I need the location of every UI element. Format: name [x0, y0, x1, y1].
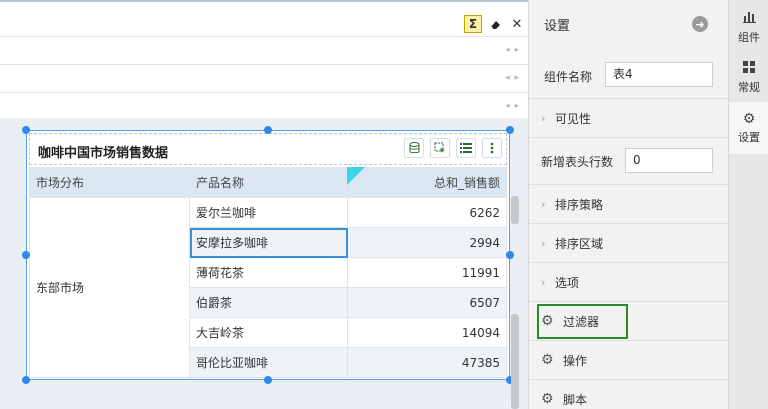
toolbar-tools: Σ ✕ — [464, 12, 526, 36]
sales-cell[interactable]: 47385 — [347, 347, 507, 378]
scroll-arrows-icon[interactable]: ◂ ▸ — [505, 101, 520, 111]
component-tools — [404, 138, 502, 158]
side-tabs: 组件 常规 ⚙ 设置 — [728, 0, 768, 409]
scroll-arrows-icon[interactable]: ◂ ▸ — [505, 73, 520, 83]
product-cell[interactable]: 薄荷花茶 — [189, 257, 348, 288]
tab-settings[interactable]: ⚙ 设置 — [729, 102, 768, 154]
gear-icon: ⚙ — [541, 352, 554, 368]
formula-toolbar: Σ ✕ ◂ ▸ ◂ ▸ ◂ ▸ — [0, 0, 528, 118]
item-label: 脚本 — [563, 392, 588, 407]
sales-cell[interactable]: 6507 — [347, 287, 507, 318]
eraser-icon[interactable] — [486, 15, 504, 33]
product-cell[interactable]: 大吉岭茶 — [189, 317, 348, 348]
scrollbar-thumb[interactable] — [511, 196, 519, 224]
formula-row[interactable]: ◂ ▸ — [0, 92, 528, 120]
more-options-icon[interactable] — [482, 138, 502, 158]
sales-cell[interactable]: 2994 — [347, 227, 507, 258]
resize-handle[interactable] — [264, 126, 272, 134]
chevron-right-icon: › — [541, 111, 546, 125]
data-table: 市场分布 产品名称 总和_销售额 东部市场 爱尔兰咖啡 6262 安摩拉多咖啡 … — [29, 167, 507, 378]
section-sort-strategy[interactable]: › 排序策略 — [529, 184, 729, 223]
header-rows-label: 新增表头行数 — [541, 154, 614, 169]
column-header-product[interactable]: 产品名称 — [189, 167, 348, 198]
column-header-market[interactable]: 市场分布 — [29, 167, 190, 198]
section-sort-area[interactable]: › 排序区域 — [529, 223, 729, 262]
filter-highlight-box — [537, 304, 628, 339]
gear-icon: ⚙ — [742, 111, 756, 127]
sales-cell[interactable]: 6262 — [347, 197, 507, 228]
component-title: 咖啡中国市场销售数据 — [38, 146, 169, 161]
chevron-right-icon: › — [541, 197, 546, 211]
editor-area: Σ ✕ ◂ ▸ ◂ ▸ ◂ ▸ 咖啡中国市场销售数据 市场分布 产品名称 总和_… — [0, 0, 528, 409]
select-cursor-icon[interactable] — [430, 138, 450, 158]
tab-label: 组件 — [738, 31, 760, 44]
resize-handle[interactable] — [22, 126, 30, 134]
tab-general[interactable]: 常规 — [729, 52, 768, 104]
resize-handle[interactable] — [22, 376, 30, 384]
arrow-right-icon[interactable]: ➜ — [692, 16, 708, 32]
product-cell-selected[interactable]: 安摩拉多咖啡 — [189, 227, 348, 258]
formula-row[interactable]: ◂ ▸ — [0, 36, 528, 64]
section-label: 可见性 — [555, 111, 592, 126]
item-label: 操作 — [563, 353, 588, 368]
section-visibility[interactable]: › 可见性 — [529, 98, 729, 137]
chevron-right-icon: › — [541, 236, 546, 250]
column-header-sales[interactable]: 总和_销售额 — [347, 167, 507, 198]
tab-components[interactable]: 组件 — [729, 2, 768, 54]
close-icon[interactable]: ✕ — [508, 15, 526, 33]
column-marker-icon — [347, 167, 365, 185]
section-label: 选项 — [555, 275, 580, 290]
table-header-row: 市场分布 产品名称 总和_销售额 — [29, 167, 507, 198]
formula-row[interactable]: ◂ ▸ — [0, 64, 528, 92]
list-icon[interactable] — [456, 138, 476, 158]
item-script[interactable]: ⚙ 脚本 — [529, 379, 729, 409]
sales-cell[interactable]: 14094 — [347, 317, 507, 348]
chevron-right-icon: › — [541, 275, 546, 289]
section-label: 排序策略 — [555, 197, 604, 212]
database-icon[interactable] — [404, 138, 424, 158]
component-name-input[interactable]: 表4 — [605, 62, 713, 87]
table-component[interactable]: 咖啡中国市场销售数据 市场分布 产品名称 总和_销售额 东部市场 爱尔兰咖啡 6… — [26, 130, 510, 380]
scroll-arrows-icon[interactable]: ◂ ▸ — [505, 45, 520, 55]
resize-handle[interactable] — [264, 376, 272, 384]
item-actions[interactable]: ⚙ 操作 — [529, 340, 729, 379]
region-cell[interactable]: 东部市场 — [29, 197, 190, 378]
product-cell[interactable]: 伯爵茶 — [189, 287, 348, 318]
component-name-label: 组件名称 — [544, 70, 593, 84]
product-cell[interactable]: 哥伦比亚咖啡 — [189, 347, 348, 378]
section-label: 排序区域 — [555, 236, 604, 251]
tab-label: 设置 — [738, 131, 760, 144]
header-rows-input[interactable]: 0 — [625, 148, 713, 173]
bar-chart-icon — [742, 11, 756, 27]
scrollbar-thumb[interactable] — [511, 314, 519, 409]
resize-handle[interactable] — [22, 251, 30, 259]
table-row: 东部市场 爱尔兰咖啡 6262 — [29, 197, 507, 378]
component-header: 咖啡中国市场销售数据 — [29, 133, 507, 165]
product-cell[interactable]: 爱尔兰咖啡 — [189, 197, 348, 228]
sum-icon[interactable]: Σ — [464, 15, 482, 33]
settings-panel: 设置 ➜ 组件名称 表4 › 可见性 新增表头行数 0 › 排序策略 › 排序区… — [528, 0, 729, 409]
grid-icon — [743, 61, 755, 77]
tab-label: 常规 — [738, 81, 760, 94]
section-options[interactable]: › 选项 — [529, 262, 729, 301]
vertical-scrollbar[interactable] — [511, 122, 520, 409]
gear-icon: ⚙ — [541, 391, 554, 407]
panel-title: 设置 — [544, 19, 571, 34]
sales-cell[interactable]: 11991 — [347, 257, 507, 288]
